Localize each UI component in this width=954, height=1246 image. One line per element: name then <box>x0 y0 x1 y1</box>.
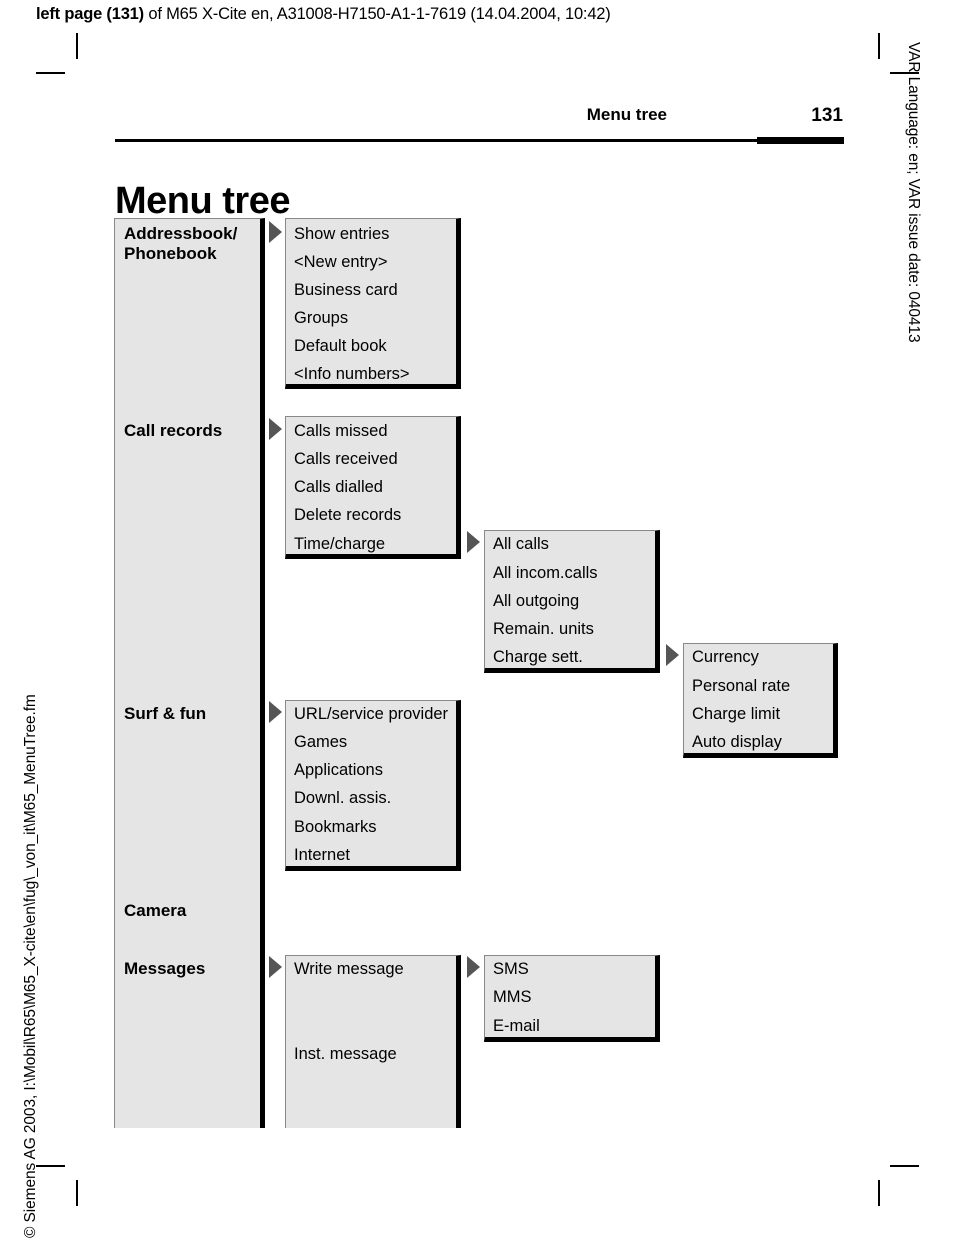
submenu-item-all-incoming-calls[interactable]: All incom.calls <box>493 565 598 582</box>
submenu-item-all-outgoing[interactable]: All outgoing <box>493 593 579 610</box>
submenu-item-inst-message[interactable]: Inst. message <box>294 1046 397 1063</box>
submenu-item-url-service-provider[interactable]: URL/service provider <box>294 706 448 723</box>
submenu-item-delete-records[interactable]: Delete records <box>294 507 401 524</box>
addressbook-submenu-box <box>285 218 461 389</box>
arrow-icon-write-message <box>467 956 480 978</box>
submenu-item-personal-rate[interactable]: Personal rate <box>692 678 790 695</box>
menu-item-call-records[interactable]: Call records <box>124 422 222 440</box>
submenu-item-charge-limit[interactable]: Charge limit <box>692 706 780 723</box>
menu-item-messages[interactable]: Messages <box>124 960 205 978</box>
submenu-item-new-entry[interactable]: <New entry> <box>294 254 388 271</box>
arrow-icon-call-records <box>269 418 282 440</box>
submenu-item-email[interactable]: E-mail <box>493 1018 540 1035</box>
menu-item-addressbook[interactable]: Addressbook/ <box>124 225 237 243</box>
submenu-item-write-message[interactable]: Write message <box>294 961 404 978</box>
arrow-icon-charge-settings <box>666 644 679 666</box>
submenu-item-mms[interactable]: MMS <box>493 989 532 1006</box>
submenu-item-remaining-units[interactable]: Remain. units <box>493 621 594 638</box>
messages-submenu-box <box>285 955 461 1128</box>
submenu-item-download-assistant[interactable]: Downl. assis. <box>294 790 391 807</box>
submenu-item-time-charge[interactable]: Time/charge <box>294 536 385 553</box>
arrow-icon-surf-and-fun <box>269 701 282 723</box>
menu-tree-diagram: Addressbook/ Phonebook Call records Surf… <box>0 0 954 1246</box>
submenu-item-applications[interactable]: Applications <box>294 762 383 779</box>
submenu-item-bookmarks[interactable]: Bookmarks <box>294 819 377 836</box>
menu-item-surf-and-fun[interactable]: Surf & fun <box>124 705 206 723</box>
arrow-icon-addressbook <box>269 221 282 243</box>
level1-column-box <box>114 218 265 1128</box>
menu-item-phonebook-line2[interactable]: Phonebook <box>124 245 217 263</box>
submenu-item-groups[interactable]: Groups <box>294 310 348 327</box>
submenu-item-games[interactable]: Games <box>294 734 347 751</box>
submenu-item-sms[interactable]: SMS <box>493 961 529 978</box>
arrow-icon-time-charge <box>467 531 480 553</box>
submenu-item-charge-settings[interactable]: Charge sett. <box>493 649 583 666</box>
arrow-icon-messages <box>269 956 282 978</box>
menu-item-camera[interactable]: Camera <box>124 902 186 920</box>
submenu-item-business-card[interactable]: Business card <box>294 282 398 299</box>
submenu-item-info-numbers[interactable]: <Info numbers> <box>294 366 410 383</box>
submenu-item-all-calls[interactable]: All calls <box>493 536 549 553</box>
submenu-item-calls-missed[interactable]: Calls missed <box>294 423 388 440</box>
submenu-item-auto-display[interactable]: Auto display <box>692 734 782 751</box>
submenu-item-internet[interactable]: Internet <box>294 847 350 864</box>
submenu-item-show-entries[interactable]: Show entries <box>294 226 389 243</box>
submenu-item-calls-dialled[interactable]: Calls dialled <box>294 479 383 496</box>
submenu-item-currency[interactable]: Currency <box>692 649 759 666</box>
submenu-item-calls-received[interactable]: Calls received <box>294 451 398 468</box>
submenu-item-default-book[interactable]: Default book <box>294 338 387 355</box>
